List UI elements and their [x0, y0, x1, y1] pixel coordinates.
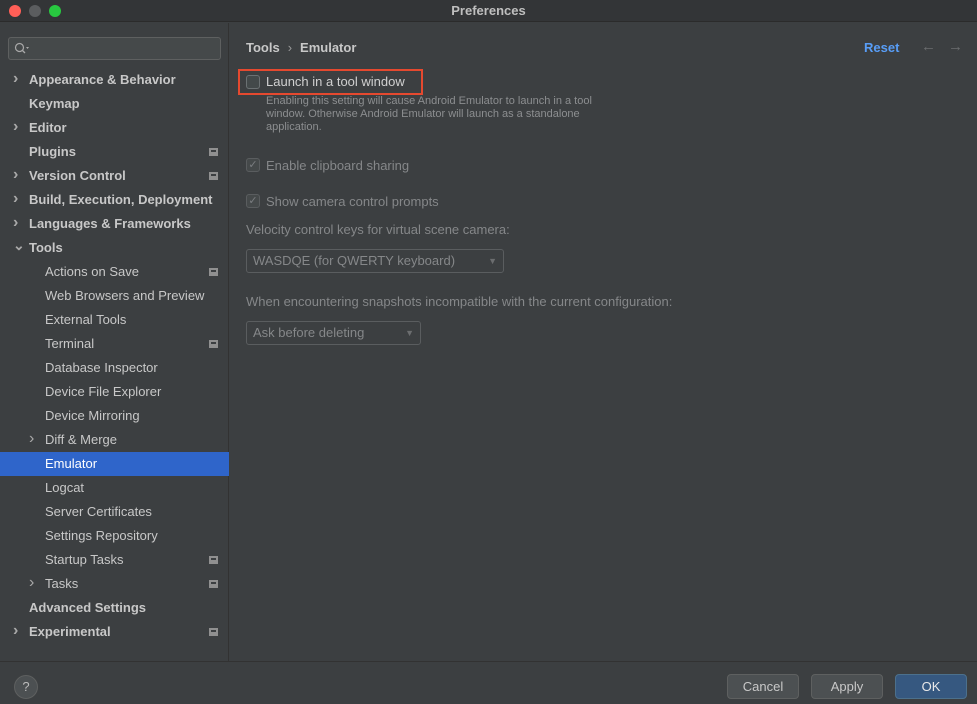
sidebar-item-plugins[interactable]: Plugins [0, 140, 229, 164]
breadcrumb: Tools › Emulator [246, 40, 356, 55]
sidebar-item-label: Advanced Settings [29, 600, 147, 615]
snapshots-select[interactable]: Ask before deleting ▼ [246, 321, 421, 345]
sidebar-item-tools[interactable]: ⌄ Tools [0, 236, 229, 260]
breadcrumb-separator: › [287, 40, 293, 55]
settings-tree: › Appearance & Behavior Keymap › Editor Plugi… [0, 68, 229, 644]
breadcrumb-parent[interactable]: Tools [246, 40, 280, 55]
ok-button[interactable]: OK [895, 674, 967, 699]
sidebar-item-external-tools[interactable]: External Tools [0, 308, 229, 332]
sidebar-item-label: Editor [29, 120, 67, 135]
chevron-right-icon[interactable]: › [13, 212, 25, 236]
chevron-right-icon[interactable]: › [13, 68, 25, 92]
clipboard-sharing-label[interactable]: Enable clipboard sharing [266, 158, 409, 173]
sidebar-item-label: Startup Tasks [45, 552, 124, 567]
title-bar: Preferences [0, 0, 977, 22]
launch-tool-window-label[interactable]: Launch in a tool window [266, 74, 405, 89]
camera-prompts-label[interactable]: Show camera control prompts [266, 194, 439, 209]
chevron-right-icon[interactable]: › [13, 188, 25, 212]
sidebar-item-device-mirroring[interactable]: Device Mirroring [0, 404, 229, 428]
camera-prompts-checkbox[interactable]: ✓ [246, 194, 260, 208]
sidebar-item-label: Keymap [29, 96, 80, 111]
project-settings-icon [209, 556, 218, 564]
sidebar-item-label: Plugins [29, 144, 76, 159]
sidebar-item-label: Database Inspector [45, 360, 158, 375]
sidebar-item-experimental[interactable]: › Experimental [0, 620, 229, 644]
sidebar-item-label: Build, Execution, Deployment [29, 192, 213, 207]
help-button[interactable]: ? [14, 675, 38, 699]
sidebar-item-label: Settings Repository [45, 528, 158, 543]
sidebar-item-label: Tasks [45, 576, 79, 591]
velocity-keys-label: Velocity control keys for virtual scene … [246, 222, 510, 237]
sidebar-item-appearance-behavior[interactable]: › Appearance & Behavior [0, 68, 229, 92]
sidebar-item-label: External Tools [45, 312, 127, 327]
project-settings-icon [209, 148, 218, 156]
project-settings-icon [209, 580, 218, 588]
sidebar-item-tasks[interactable]: › Tasks [0, 572, 229, 596]
sidebar-item-label: Emulator [45, 456, 98, 471]
settings-panel: Tools › Emulator Reset ← → Launch in a too… [230, 23, 977, 661]
sidebar-item-emulator[interactable]: Emulator [0, 452, 229, 476]
chevron-right-icon[interactable]: › [29, 572, 41, 596]
sidebar-item-label: Languages & Frameworks [29, 216, 191, 231]
chevron-down-icon: ▼ [488, 256, 497, 266]
sidebar-item-label: Device Mirroring [45, 408, 140, 423]
chevron-down-icon: ▼ [405, 328, 414, 338]
sidebar-item-database-inspector[interactable]: Database Inspector [0, 356, 229, 380]
project-settings-icon [209, 340, 218, 348]
sidebar-item-label: Version Control [29, 168, 126, 183]
launch-tool-window-description: Enabling this setting will cause Android… [266, 95, 592, 133]
sidebar-item-terminal[interactable]: Terminal [0, 332, 229, 356]
breadcrumb-current: Emulator [300, 40, 357, 55]
sidebar-item-startup-tasks[interactable]: Startup Tasks [0, 548, 229, 572]
chevron-right-icon[interactable]: › [13, 116, 25, 140]
clipboard-sharing-checkbox[interactable]: ✓ [246, 158, 260, 172]
arrow-left-icon[interactable]: ← [921, 38, 936, 55]
cancel-button[interactable]: Cancel [727, 674, 799, 699]
sidebar-item-label: Terminal [45, 336, 95, 351]
chevron-down-icon[interactable]: ⌄ [13, 236, 25, 260]
sidebar-item-actions-on-save[interactable]: Actions on Save [0, 260, 229, 284]
launch-tool-window-checkbox[interactable] [246, 75, 260, 89]
sidebar-item-settings-repository[interactable]: Settings Repository [0, 524, 229, 548]
sidebar-item-keymap[interactable]: Keymap [0, 92, 229, 116]
dialog-footer: ? Cancel Apply OK [0, 661, 977, 704]
sidebar-item-languages-frameworks[interactable]: › Languages & Frameworks [0, 212, 229, 236]
sidebar-item-label: Tools [29, 240, 63, 255]
sidebar-item-build-execution-deployment[interactable]: › Build, Execution, Deployment [0, 188, 229, 212]
sidebar-item-device-file-explorer[interactable]: Device File Explorer [0, 380, 229, 404]
chevron-right-icon[interactable]: › [29, 428, 41, 452]
sidebar-item-advanced-settings[interactable]: Advanced Settings [0, 596, 229, 620]
sidebar-item-label: Actions on Save [45, 264, 139, 279]
sidebar-item-version-control[interactable]: › Version Control [0, 164, 229, 188]
sidebar-item-label: Server Certificates [45, 504, 152, 519]
project-settings-icon [209, 628, 218, 636]
apply-button[interactable]: Apply [811, 674, 883, 699]
sidebar-item-label: Logcat [45, 480, 85, 495]
project-settings-icon [209, 268, 218, 276]
search-icon [14, 42, 29, 54]
sidebar-item-label: Experimental [29, 624, 111, 639]
arrow-right-icon[interactable]: → [948, 38, 963, 55]
velocity-keys-select[interactable]: WASDQE (for QWERTY keyboard) ▼ [246, 249, 504, 273]
snapshots-value: Ask before deleting [253, 325, 365, 340]
chevron-right-icon[interactable]: › [13, 620, 25, 644]
sidebar-item-web-browsers-and-preview[interactable]: Web Browsers and Preview [0, 284, 229, 308]
sidebar-item-label: Web Browsers and Preview [45, 288, 205, 303]
sidebar-item-label: Appearance & Behavior [29, 72, 176, 87]
sidebar-item-editor[interactable]: › Editor [0, 116, 229, 140]
snapshots-label: When encountering snapshots incompatible… [246, 294, 673, 309]
sidebar-item-logcat[interactable]: Logcat [0, 476, 229, 500]
sidebar-item-label: Diff & Merge [45, 432, 118, 447]
sidebar-item-server-certificates[interactable]: Server Certificates [0, 500, 229, 524]
velocity-keys-value: WASDQE (for QWERTY keyboard) [253, 253, 456, 268]
window-title: Preferences [451, 3, 526, 18]
sidebar-item-diff-merge[interactable]: › Diff & Merge [0, 428, 229, 452]
settings-sidebar: › Appearance & Behavior Keymap › Editor Plugi… [0, 23, 229, 661]
project-settings-icon [209, 172, 218, 180]
reset-link[interactable]: Reset [864, 40, 899, 55]
search-input[interactable] [8, 37, 221, 60]
chevron-right-icon[interactable]: › [13, 164, 25, 188]
sidebar-item-label: Device File Explorer [45, 384, 162, 399]
